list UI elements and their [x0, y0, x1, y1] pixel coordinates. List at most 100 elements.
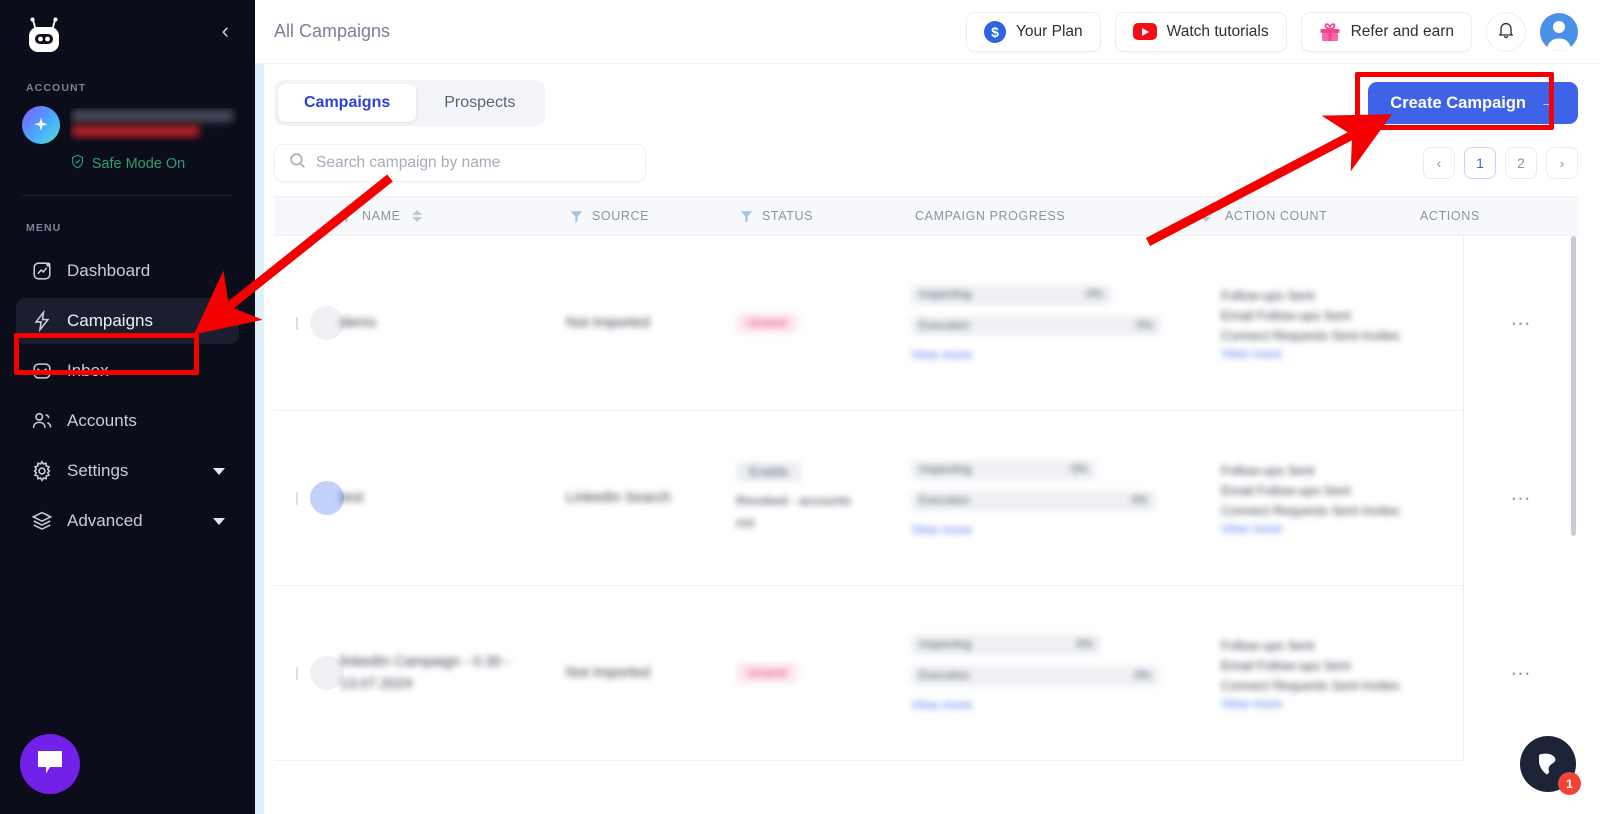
refer-and-earn-button[interactable]: Refer and earn [1300, 11, 1472, 52]
sidebar-item-label: Settings [67, 461, 129, 480]
progress-view-more-link[interactable]: View more [911, 347, 1221, 362]
vertical-scrollbar[interactable] [1571, 236, 1576, 536]
campaigns-table: NAME SOURCE STATUS CAMPAIGN PROGRESS ACT… [274, 196, 1578, 761]
action-count-summary: Follow-ups Sent Email Follow-ups Sent Co… [1221, 287, 1400, 343]
search-box[interactable] [274, 144, 646, 182]
row-checkbox[interactable] [296, 666, 298, 680]
th-status-label: STATUS [762, 209, 814, 223]
tab-group: Campaigns Prospects [274, 80, 546, 126]
account-name-redacted [70, 108, 237, 142]
pagination-next[interactable]: › [1546, 147, 1578, 179]
pagination-page-1[interactable]: 1 [1464, 147, 1496, 179]
progress-view-more-link[interactable]: View more [911, 522, 1221, 537]
row-checkbox[interactable] [296, 316, 298, 330]
table-row[interactable]: test LinkedIn Search Enable Revoked - ac… [274, 411, 1578, 586]
sidebar-item-campaigns[interactable]: Campaigns [16, 298, 239, 344]
sidebar-account-label: ACCOUNT [26, 82, 87, 94]
sort-toggle-progress[interactable] [1200, 210, 1211, 222]
filter-icon[interactable] [740, 210, 753, 223]
filter-icon[interactable] [570, 210, 583, 223]
row-actions-menu[interactable]: ⋯ [1464, 586, 1579, 761]
sidebar-item-label: Accounts [67, 411, 137, 430]
sidebar-item-inbox[interactable]: Inbox [16, 348, 239, 394]
account-switcher[interactable] [0, 94, 255, 144]
youtube-icon [1132, 23, 1157, 40]
avatar[interactable] [1540, 12, 1578, 51]
action-count-view-more-link[interactable]: View more [1221, 521, 1406, 536]
inbox-icon [30, 360, 53, 383]
chevron-down-icon[interactable] [213, 467, 225, 475]
robot-logo-icon [22, 16, 66, 56]
more-options-icon[interactable]: ⋯ [1511, 661, 1533, 686]
table-header-row: NAME SOURCE STATUS CAMPAIGN PROGRESS ACT… [274, 196, 1578, 236]
chevron-left-icon[interactable]: ‹ [216, 16, 235, 46]
progress-execution: Execution 0% [911, 490, 1156, 511]
bell-icon [1496, 20, 1516, 43]
action-count-view-more-link[interactable]: View more [1221, 696, 1406, 711]
status-badge: Unsent [736, 663, 798, 683]
th-campaign-progress: CAMPAIGN PROGRESS [911, 209, 1221, 223]
sidebar-divider [22, 195, 233, 196]
gear-icon [30, 460, 53, 483]
tab-campaigns[interactable]: Campaigns [278, 84, 417, 122]
pagination-page-2[interactable]: 2 [1505, 147, 1537, 179]
main-panel: All Campaigns $ Your Plan Watch tutorial… [255, 0, 1600, 814]
table-body: demo Not Imported Unsent Inspecting 0% E… [274, 236, 1578, 761]
account-avatar [22, 106, 60, 144]
action-count-view-more-link[interactable]: View more [1221, 346, 1406, 361]
th-status[interactable]: STATUS [736, 209, 911, 223]
th-name-label: NAME [362, 209, 401, 223]
th-actions: ACTIONS [1406, 209, 1521, 223]
th-name[interactable]: NAME [336, 209, 566, 223]
chevron-down-icon[interactable] [213, 517, 225, 525]
watch-tutorials-button[interactable]: Watch tutorials [1114, 11, 1287, 52]
refer-and-earn-label: Refer and earn [1350, 22, 1454, 40]
row-checkbox[interactable] [296, 491, 298, 505]
arrow-right-icon: → [1540, 94, 1556, 111]
users-icon [30, 410, 53, 433]
campaign-source: LinkedIn Search [566, 490, 671, 506]
app-root: ‹ ACCOUNT Safe Mode On MENU Dashboard Ca… [0, 0, 1600, 814]
campaign-source: Not Imported [566, 315, 650, 331]
shield-check-icon [70, 154, 85, 173]
sidebar-item-advanced[interactable]: Advanced [16, 498, 239, 544]
dashboard-icon [30, 260, 53, 283]
support-widget-button[interactable]: 1 [1520, 736, 1581, 795]
sidebar-item-accounts[interactable]: Accounts [16, 398, 239, 444]
user-avatar-icon [1547, 20, 1571, 51]
pagination-prev[interactable]: ‹ [1423, 147, 1455, 179]
notifications-button[interactable] [1486, 11, 1526, 52]
filter-icon[interactable] [340, 210, 353, 223]
lightning-icon [30, 310, 53, 333]
progress-execution: Execution 0% [911, 315, 1161, 336]
sort-toggle-name[interactable] [412, 210, 423, 222]
dollar-coin-icon: $ [984, 20, 1006, 43]
more-options-icon[interactable]: ⋯ [1511, 486, 1533, 511]
row-actions-menu[interactable]: ⋯ [1464, 411, 1579, 586]
search-row: ‹ 1 2 › [274, 144, 1578, 182]
status-sub-text: Revoked - accounts not [736, 493, 851, 530]
create-campaign-label: Create Campaign [1390, 93, 1526, 112]
table-row[interactable]: linkedIn Campaign - 0.30 - 13.07.2024 No… [274, 586, 1578, 761]
your-plan-button[interactable]: $ Your Plan [966, 11, 1101, 52]
safe-mode-label: Safe Mode On [91, 155, 186, 172]
sidebar-item-dashboard[interactable]: Dashboard [16, 248, 239, 294]
more-options-icon[interactable]: ⋯ [1511, 311, 1533, 336]
sidebar-item-settings[interactable]: Settings [16, 448, 239, 494]
progress-view-more-link[interactable]: View more [911, 697, 1221, 712]
pagination: ‹ 1 2 › [1423, 147, 1578, 179]
sidebar-item-label: Dashboard [67, 261, 151, 280]
status-badge: Unsent [736, 313, 798, 333]
watch-tutorials-label: Watch tutorials [1166, 22, 1269, 40]
tabs-row: Campaigns Prospects Create Campaign → [274, 80, 1578, 126]
gift-icon [1319, 21, 1341, 42]
tab-prospects[interactable]: Prospects [418, 84, 541, 122]
table-row[interactable]: demo Not Imported Unsent Inspecting 0% E… [274, 236, 1578, 411]
row-actions-menu[interactable]: ⋯ [1464, 236, 1579, 411]
search-input[interactable] [316, 154, 631, 172]
th-source[interactable]: SOURCE [566, 209, 736, 223]
sidebar-item-label: Inbox [67, 361, 109, 380]
status-badge: Enable [736, 462, 801, 482]
create-campaign-button[interactable]: Create Campaign → [1368, 82, 1578, 124]
chat-launcher-button[interactable] [20, 734, 80, 794]
